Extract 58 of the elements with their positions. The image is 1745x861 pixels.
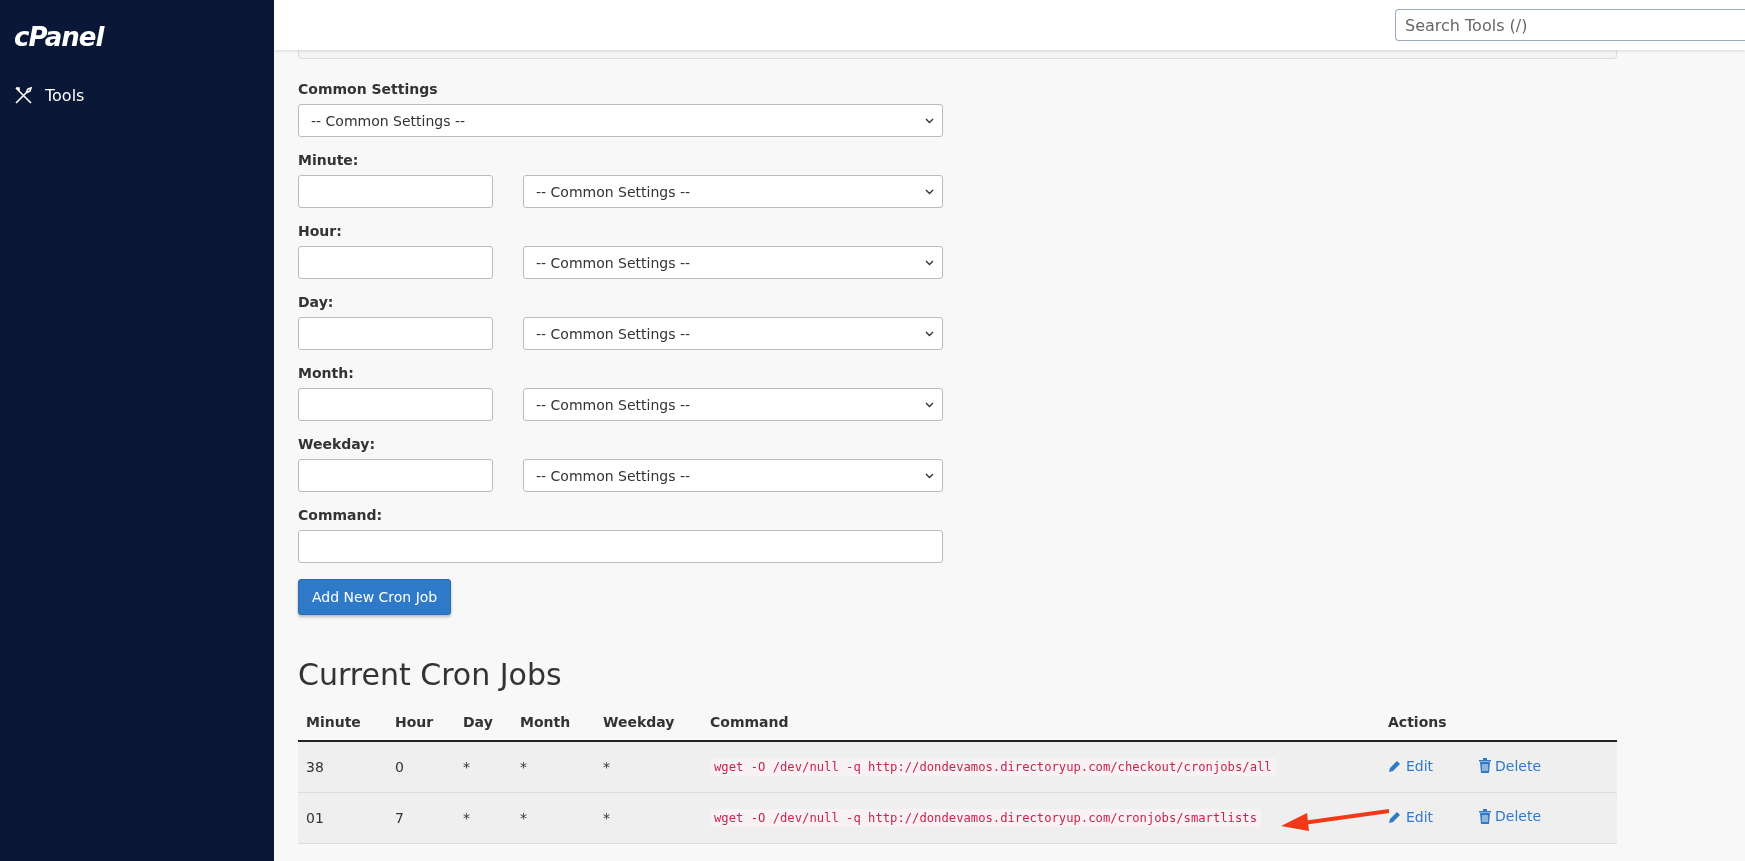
logo: cPanel <box>14 22 104 52</box>
tools-icon <box>14 86 33 105</box>
field-label: Day: <box>298 294 334 310</box>
delete-link[interactable]: Delete <box>1479 808 1541 825</box>
input-field[interactable] <box>298 388 493 421</box>
input-field[interactable] <box>298 246 493 279</box>
input-field[interactable] <box>298 459 493 492</box>
pencil-icon <box>1388 809 1402 824</box>
caret-icon <box>925 472 934 479</box>
column-header: Hour <box>395 714 434 730</box>
caret-icon <box>925 401 934 408</box>
section-title: Current Cron Jobs <box>298 657 562 692</box>
field-label: Minute: <box>298 152 359 168</box>
command-text: wget -O /dev/null -q http://dondevamos.directoryup.com/checkout/cronjobs/all <box>710 757 1276 776</box>
field-label: Hour: <box>298 223 342 239</box>
table-cell: 38 <box>306 758 324 775</box>
search-field[interactable]: Search Tools (/) <box>1395 9 1745 41</box>
caret-icon <box>925 117 934 124</box>
column-header: Day <box>463 714 493 730</box>
field-label: Month: <box>298 365 354 381</box>
trash-icon <box>1479 808 1491 824</box>
table-cell: * <box>520 758 527 775</box>
add-cron-job-button[interactable]: Add New Cron Job <box>298 579 452 615</box>
dropdown[interactable]: -- Common Settings -- <box>523 459 943 492</box>
dropdown[interactable]: -- Common Settings -- <box>523 388 943 421</box>
field-label: Weekday: <box>298 436 375 452</box>
input-field[interactable] <box>298 530 943 563</box>
column-header: Month <box>520 714 571 730</box>
input-field[interactable] <box>298 317 493 350</box>
column-header: Weekday <box>603 714 675 730</box>
table-cell: 01 <box>306 809 324 826</box>
dropdown[interactable]: -- Common Settings -- <box>523 246 943 279</box>
table-cell: * <box>463 809 470 826</box>
caret-icon <box>925 330 934 337</box>
column-header: Command <box>710 714 789 730</box>
table-cell: * <box>603 809 610 826</box>
pencil-icon <box>1388 758 1402 773</box>
input-field[interactable] <box>298 175 493 208</box>
delete-link[interactable]: Delete <box>1479 757 1541 774</box>
command-text: wget -O /dev/null -q http://dondevamos.directoryup.com/cronjobs/smartlists <box>710 808 1261 827</box>
dropdown[interactable]: -- Common Settings -- <box>523 317 943 350</box>
table-cell: * <box>603 758 610 775</box>
field-label: Command: <box>298 507 383 523</box>
caret-icon <box>925 188 934 195</box>
table-cell: * <box>463 758 470 775</box>
table-cell: 7 <box>395 809 404 826</box>
sidebar-item[interactable]: Tools <box>14 82 85 109</box>
table-cell: * <box>520 809 527 826</box>
dropdown[interactable]: -- Common Settings -- <box>523 175 943 208</box>
edit-link[interactable]: Edit <box>1388 808 1434 825</box>
edit-link[interactable]: Edit <box>1388 757 1434 774</box>
trash-icon <box>1479 758 1491 773</box>
column-header: Actions <box>1388 714 1447 730</box>
column-header: Minute <box>306 714 361 730</box>
dropdown[interactable]: -- Common Settings -- <box>298 104 943 137</box>
field-label: Common Settings <box>298 81 438 97</box>
caret-icon <box>925 259 934 266</box>
table-cell: 0 <box>395 758 404 775</box>
